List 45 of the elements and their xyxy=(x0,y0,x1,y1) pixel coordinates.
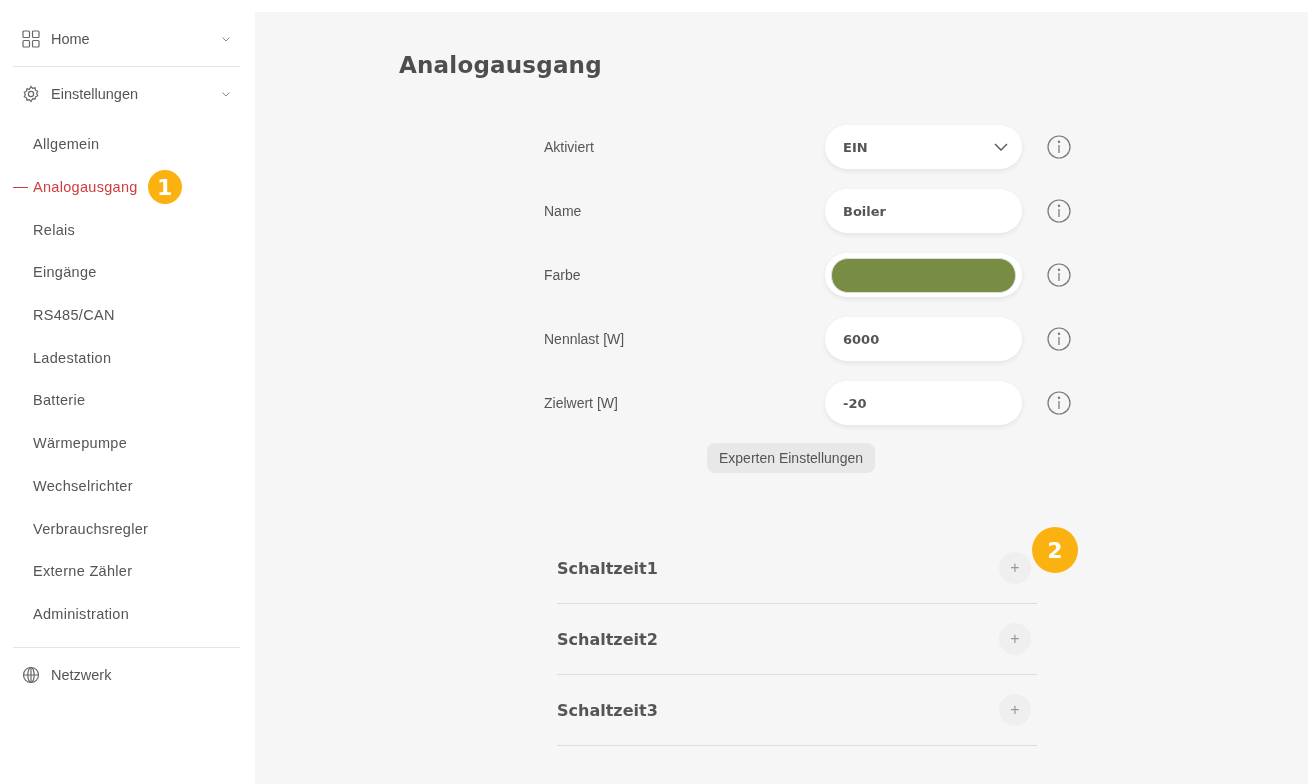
field-label: Farbe xyxy=(544,267,582,283)
sidebar-item[interactable]: Analogausgang xyxy=(33,179,138,196)
dropdown[interactable]: EIN xyxy=(825,125,1022,169)
section-label: Einstellungen xyxy=(51,86,140,102)
sidebar-item[interactable]: Administration xyxy=(33,605,130,622)
info-icon xyxy=(1047,391,1071,415)
settings-icon xyxy=(22,85,40,103)
sidebar-item[interactable]: Externe Zähler xyxy=(33,563,133,580)
field-label: Aktiviert xyxy=(544,139,595,155)
sidebar-item[interactable]: Relais xyxy=(33,221,76,238)
input-field[interactable]: Boiler xyxy=(825,189,1022,233)
globe-icon xyxy=(22,666,40,685)
callout-badge: 2 xyxy=(1032,527,1078,573)
info-icon xyxy=(1047,199,1071,223)
sidebar-item[interactable]: Batterie xyxy=(33,392,86,409)
field-label: Name xyxy=(544,203,583,219)
sidebar-item[interactable]: Ladestation xyxy=(33,349,112,366)
sidebar-item[interactable]: RS485/CAN xyxy=(33,307,115,324)
expert-settings-button[interactable]: Experten Einstellungen xyxy=(707,443,875,473)
sidebar-item[interactable]: Wärmepumpe xyxy=(33,435,128,452)
info-icon xyxy=(1047,135,1071,159)
callout-badge: 1 xyxy=(147,170,182,205)
color-picker[interactable] xyxy=(825,253,1022,297)
input-field[interactable]: 6000 xyxy=(825,317,1022,361)
section-label: Netzwerk xyxy=(51,667,113,684)
section-title: Schaltzeit2 xyxy=(557,629,659,649)
page-title: Analogausgang xyxy=(399,52,603,78)
info-icon xyxy=(1047,263,1071,287)
sidebar-section[interactable]: Einstellungen xyxy=(13,67,240,121)
sidebar-item[interactable]: Eingänge xyxy=(33,264,97,281)
field-label: Zielwert [W] xyxy=(544,395,619,411)
field-label: Nennlast [W] xyxy=(544,331,626,347)
info-icon xyxy=(1047,327,1071,351)
sidebar-section[interactable]: Home xyxy=(13,12,240,66)
section-title: Schaltzeit3 xyxy=(557,700,659,720)
section-label: Home xyxy=(51,31,91,47)
chevron-down-icon xyxy=(994,143,1008,151)
section-title: Schaltzeit1 xyxy=(557,558,659,578)
sidebar-item[interactable]: Allgemein xyxy=(33,136,100,153)
active-marker xyxy=(13,186,28,188)
sidebar-section[interactable]: Netzwerk xyxy=(13,648,240,703)
sidebar-item[interactable]: Wechselrichter xyxy=(33,477,133,494)
input-field[interactable]: -20 xyxy=(825,381,1022,425)
grid-icon xyxy=(22,30,40,48)
sidebar-item[interactable]: Verbrauchsregler xyxy=(33,520,149,537)
